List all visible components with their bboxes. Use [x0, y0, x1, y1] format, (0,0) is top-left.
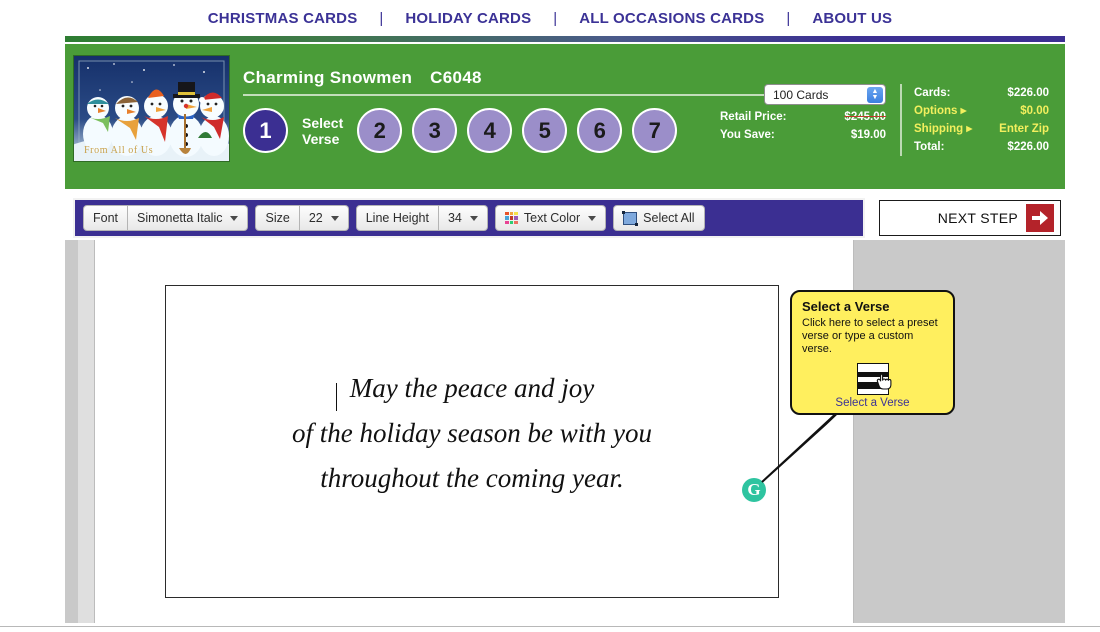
color-palette-icon — [504, 212, 518, 224]
chevron-down-icon — [469, 215, 478, 221]
cards-value: $226.00 — [1007, 87, 1049, 99]
nav-item-about-us[interactable]: ABOUT US — [790, 10, 914, 27]
size-label: Size — [255, 205, 300, 231]
product-title: Charming Snowmen C6048 — [243, 68, 482, 88]
gradient-divider — [65, 36, 1065, 42]
hand-cursor-icon — [876, 372, 892, 396]
step-button-3[interactable]: 3 — [412, 108, 458, 153]
size-dropdown[interactable]: 22 — [299, 205, 349, 231]
text-color-group: Text Color — [494, 205, 607, 231]
text-color-button[interactable]: Text Color — [494, 205, 607, 231]
step-button-6[interactable]: 6 — [577, 108, 623, 153]
options-value: $0.00 — [1020, 105, 1049, 117]
text-toolbar: Font Simonetta Italic Size 22 Line Heigh… — [73, 198, 865, 238]
page-bottom-divider — [0, 626, 1100, 627]
chevron-down-icon — [330, 215, 339, 221]
selection-box-icon — [622, 210, 639, 226]
step-button-4[interactable]: 4 — [467, 108, 513, 153]
options-label[interactable]: Options ▸ — [914, 102, 966, 120]
pricing-divider — [900, 84, 902, 156]
font-label: Font — [83, 205, 129, 231]
line-height-dropdown[interactable]: 34 — [438, 205, 488, 231]
font-dropdown-value: Simonetta Italic — [137, 211, 223, 225]
retail-price-label: Retail Price: — [720, 111, 787, 123]
select-all-group: Select All — [613, 205, 705, 231]
step-button-5[interactable]: 5 — [522, 108, 568, 153]
chevron-down-icon — [230, 215, 239, 221]
card-editor-area[interactable]: May the peace and joy of the holiday sea… — [165, 285, 779, 598]
callout-link[interactable]: Select a Verse — [802, 397, 943, 409]
you-save-value: $19.00 — [850, 129, 886, 141]
retail-price-row: Retail Price: $245.00 — [720, 108, 886, 126]
line-height-dropdown-value: 34 — [447, 211, 462, 225]
total-row: Total: $226.00 — [914, 138, 1049, 156]
step-button-7[interactable]: 7 — [632, 108, 678, 153]
you-save-label: You Save: — [720, 129, 775, 141]
nav-item-all-occasions-cards[interactable]: ALL OCCASIONS CARDS — [557, 10, 786, 27]
next-step-button[interactable]: NEXT STEP — [879, 200, 1061, 236]
snowmen-illustration-icon: From All of Us — [74, 56, 229, 161]
callout-body: Click here to select a preset verse or t… — [802, 317, 938, 355]
cards-label: Cards: — [914, 87, 951, 99]
callout-title: Select a Verse — [802, 299, 890, 314]
canvas-gutter — [78, 240, 94, 623]
size-control-group: Size 22 — [255, 205, 349, 231]
you-save-row: You Save: $19.00 — [720, 126, 886, 144]
step-button-1[interactable]: 1 — [243, 108, 288, 153]
product-name: Charming Snowmen — [243, 68, 413, 87]
quantity-select[interactable]: 100 Cards ▲ ▼ — [764, 84, 886, 105]
product-code: C6048 — [430, 68, 482, 87]
shipping-value[interactable]: Enter Zip — [999, 120, 1049, 138]
product-header: From All of Us Charming Snowmen C6048 1 S… — [65, 44, 1065, 189]
line-height-control-group: Line Height 34 — [355, 205, 488, 231]
total-value: $226.00 — [1007, 141, 1049, 153]
nav-item-holiday-cards[interactable]: HOLIDAY CARDS — [383, 10, 553, 27]
quantity-select-value: 100 Cards — [773, 87, 829, 102]
text-cursor — [336, 383, 337, 411]
step-button-2[interactable]: 2 — [357, 108, 403, 153]
arrow-right-icon — [1026, 204, 1054, 232]
shipping-label[interactable]: Shipping ▸ — [914, 120, 972, 138]
next-step-label: NEXT STEP — [937, 210, 1018, 226]
select-all-button[interactable]: Select All — [613, 205, 705, 231]
shipping-row[interactable]: Shipping ▸ Enter Zip — [914, 120, 1049, 138]
font-dropdown[interactable]: Simonetta Italic — [128, 205, 249, 231]
svg-text:From All of Us: From All of Us — [84, 145, 153, 156]
chevron-down-icon — [588, 215, 597, 221]
step-indicator: 1 Select Verse 2 3 4 5 6 7 — [243, 108, 687, 153]
select-all-label: Select All — [643, 211, 695, 225]
chevron-updown-icon: ▲ ▼ — [867, 87, 883, 103]
total-label: Total: — [914, 141, 945, 153]
nav-item-christmas-cards[interactable]: CHRISTMAS CARDS — [186, 10, 380, 27]
active-step-label: Select Verse — [302, 114, 344, 147]
retail-price-value: $245.00 — [844, 111, 886, 123]
card-thumbnail[interactable]: From All of Us — [73, 55, 230, 162]
top-navigation: CHRISTMAS CARDS | HOLIDAY CARDS | ALL OC… — [0, 0, 1100, 36]
size-dropdown-value: 22 — [308, 211, 323, 225]
cards-row: Cards: $226.00 — [914, 84, 1049, 102]
font-control-group: Font Simonetta Italic — [83, 205, 249, 231]
text-color-label: Text Color — [523, 211, 581, 225]
select-verse-callout: Select a Verse Click here to select a pr… — [790, 290, 955, 415]
verse-text[interactable]: May the peace and joy of the holiday sea… — [166, 366, 778, 501]
options-row[interactable]: Options ▸ $0.00 — [914, 102, 1049, 120]
line-height-label: Line Height — [355, 205, 439, 231]
pricing-panel: 100 Cards ▲ ▼ Retail Price: $245.00 You S… — [720, 84, 1049, 156]
